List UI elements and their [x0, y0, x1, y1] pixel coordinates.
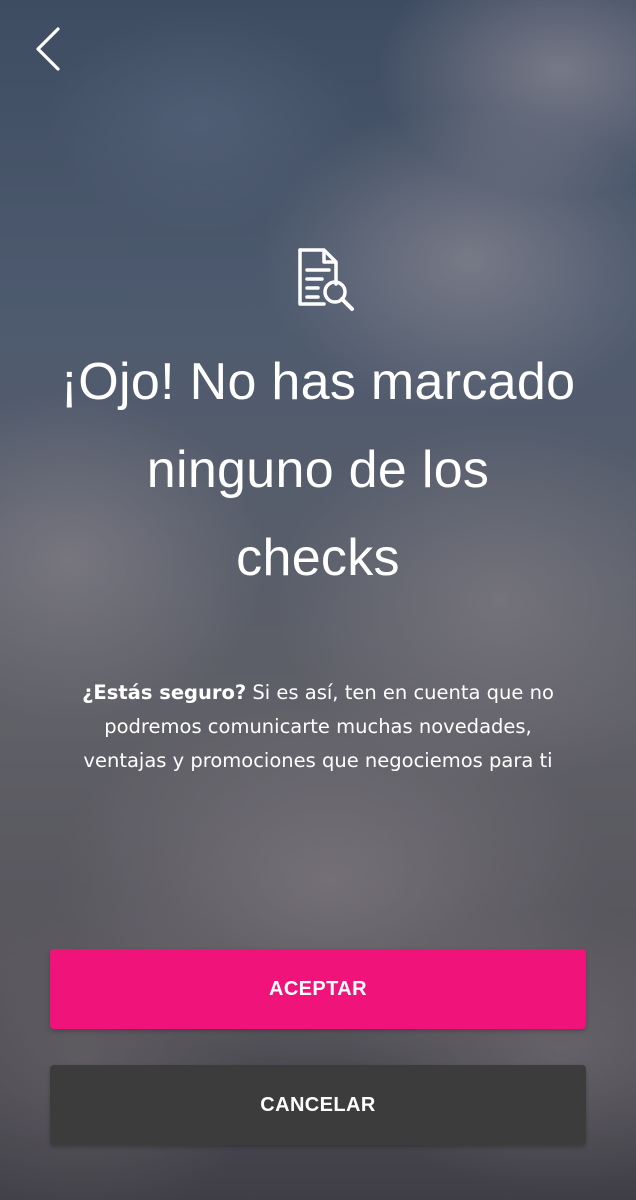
- dialog-title: ¡Ojo! No has marcado ninguno de los chec…: [60, 353, 576, 587]
- chevron-left-icon: [36, 27, 60, 71]
- confirmation-screen: ¡Ojo! No has marcado ninguno de los chec…: [0, 0, 636, 1200]
- dialog-message-bold: ¿Estás seguro?: [82, 681, 247, 704]
- cancel-button-label: CANCELAR: [260, 1093, 376, 1116]
- accept-button[interactable]: ACEPTAR: [50, 949, 586, 1029]
- document-search-icon: [298, 248, 354, 311]
- back-button[interactable]: [24, 22, 72, 76]
- dialog-message: ¿Estás seguro? Si es así, ten en cuenta …: [70, 676, 566, 778]
- cancel-button[interactable]: CANCELAR: [50, 1065, 586, 1145]
- accept-button-label: ACEPTAR: [269, 977, 367, 1000]
